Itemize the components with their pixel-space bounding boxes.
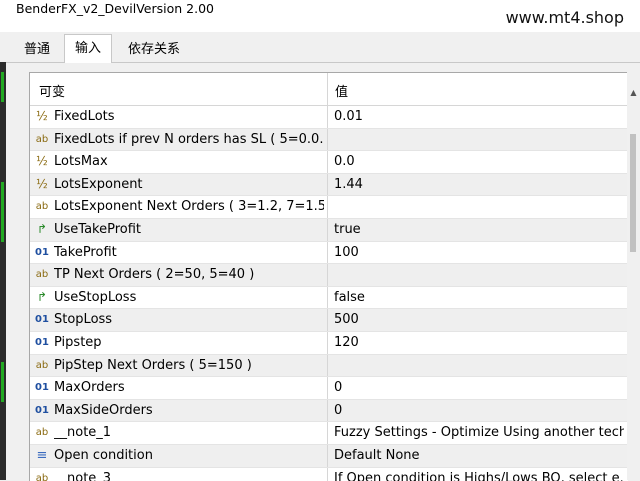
row-value-field[interactable]: 0.01 [334,109,624,124]
table-row[interactable]: ≡ Open condition Default None [30,445,628,468]
row-variable-name: TP Next Orders ( 2=50, 5=40 ) [54,267,324,282]
window-title: BenderFX_v2_DevilVersion 2.00 [16,1,214,16]
boolean-type-icon: ↱ [34,290,50,305]
row-variable-name: TakeProfit [54,245,324,260]
table-row[interactable]: ab __note_1 Fuzzy Settings - Optimize Usin… [30,422,628,445]
fraction-icon: ½ [34,177,50,192]
text-type-icon: ab [34,471,50,481]
row-value-field[interactable]: Fuzzy Settings - Optimize Using another … [334,425,624,440]
inputs-table: 可变 值 ½ FixedLots 0.01 ab FixedLots if prev N… [29,72,628,481]
column-header-variable[interactable]: 可变 [39,81,65,100]
tab-bar: 普通 输入 依存关系 [0,32,640,63]
tab-general[interactable]: 普通 [14,38,60,62]
background-chart-strip [0,62,6,480]
row-variable-name: StopLoss [54,312,324,327]
text-type-icon: ab [34,425,50,440]
integer-type-icon: 01 [34,245,50,260]
table-row[interactable]: ½ LotsMax 0.0 [30,151,628,174]
row-value-field[interactable]: true [334,222,624,237]
tab-inputs[interactable]: 输入 [64,34,112,63]
integer-type-icon: 01 [34,380,50,395]
text-type-icon: ab [34,132,50,147]
row-value-field[interactable]: 0 [334,380,624,395]
row-variable-name: __note_1 [54,425,324,440]
row-value-field[interactable]: 120 [334,335,624,350]
integer-type-icon: 01 [34,403,50,418]
table-row[interactable]: 01 TakeProfit 100 [30,242,628,265]
text-type-icon: ab [34,199,50,214]
column-header-value[interactable]: 值 [335,81,348,100]
vertical-scrollbar[interactable]: ▲ [627,72,640,480]
table-row[interactable]: ab FixedLots if prev N orders has SL ( 5=… [30,129,628,152]
table-row[interactable]: ab __note_3 If Open condition is Highs/Low… [30,468,628,481]
row-variable-name: MaxSideOrders [54,403,324,418]
table-row[interactable]: ↱ UseStopLoss false [30,287,628,310]
fraction-icon: ½ [34,109,50,124]
integer-type-icon: 01 [34,312,50,327]
row-variable-name: LotsMax [54,154,324,169]
table-row[interactable]: ab LotsExponent Next Orders ( 3=1.2, 7=1.… [30,196,628,219]
text-type-icon: ab [34,358,50,373]
row-value-field[interactable]: If Open condition is Highs/Lows BO, sele… [334,471,624,481]
integer-type-icon: 01 [34,335,50,350]
table-row[interactable]: ½ LotsExponent 1.44 [30,174,628,197]
scrollbar-thumb[interactable] [630,134,636,252]
row-variable-name: __note_3 [54,471,324,481]
row-value-field[interactable]: 500 [334,312,624,327]
row-variable-name: UseStopLoss [54,290,324,305]
enum-type-icon: ≡ [34,448,50,463]
text-type-icon: ab [34,267,50,282]
table-row[interactable]: ½ FixedLots 0.01 [30,106,628,129]
tab-dependencies[interactable]: 依存关系 [118,38,190,62]
row-variable-name: Open condition [54,448,324,463]
table-header: 可变 值 [30,73,628,106]
table-row[interactable]: 01 Pipstep 120 [30,332,628,355]
window-titlebar: BenderFX_v2_DevilVersion 2.00 www.mt4.sh… [0,0,640,32]
table-row[interactable]: ↱ UseTakeProfit true [30,219,628,242]
row-variable-name: LotsExponent Next Orders ( 3=1.2, 7=1.5 … [54,199,324,214]
row-variable-name: PipStep Next Orders ( 5=150 ) [54,358,324,373]
row-value-field[interactable]: 0 [334,403,624,418]
row-variable-name: UseTakeProfit [54,222,324,237]
scroll-up-arrow-icon[interactable]: ▲ [627,86,640,100]
table-row[interactable]: ab PipStep Next Orders ( 5=150 ) [30,355,628,378]
row-value-field[interactable]: 0.0 [334,154,624,169]
row-value-field[interactable]: Default None [334,448,624,463]
table-row[interactable]: 01 MaxOrders 0 [30,377,628,400]
row-variable-name: MaxOrders [54,380,324,395]
row-value-field[interactable]: 1.44 [334,177,624,192]
table-row[interactable]: 01 MaxSideOrders 0 [30,400,628,423]
row-variable-name: FixedLots [54,109,324,124]
table-row[interactable]: 01 StopLoss 500 [30,309,628,332]
row-variable-name: Pipstep [54,335,324,350]
table-row[interactable]: ab TP Next Orders ( 2=50, 5=40 ) [30,264,628,287]
fraction-icon: ½ [34,154,50,169]
watermark: www.mt4.shop [506,8,624,27]
boolean-type-icon: ↱ [34,222,50,237]
row-value-field[interactable]: false [334,290,624,305]
row-variable-name: LotsExponent [54,177,324,192]
row-variable-name: FixedLots if prev N orders has SL ( 5=0.… [54,132,324,147]
row-value-field[interactable]: 100 [334,245,624,260]
